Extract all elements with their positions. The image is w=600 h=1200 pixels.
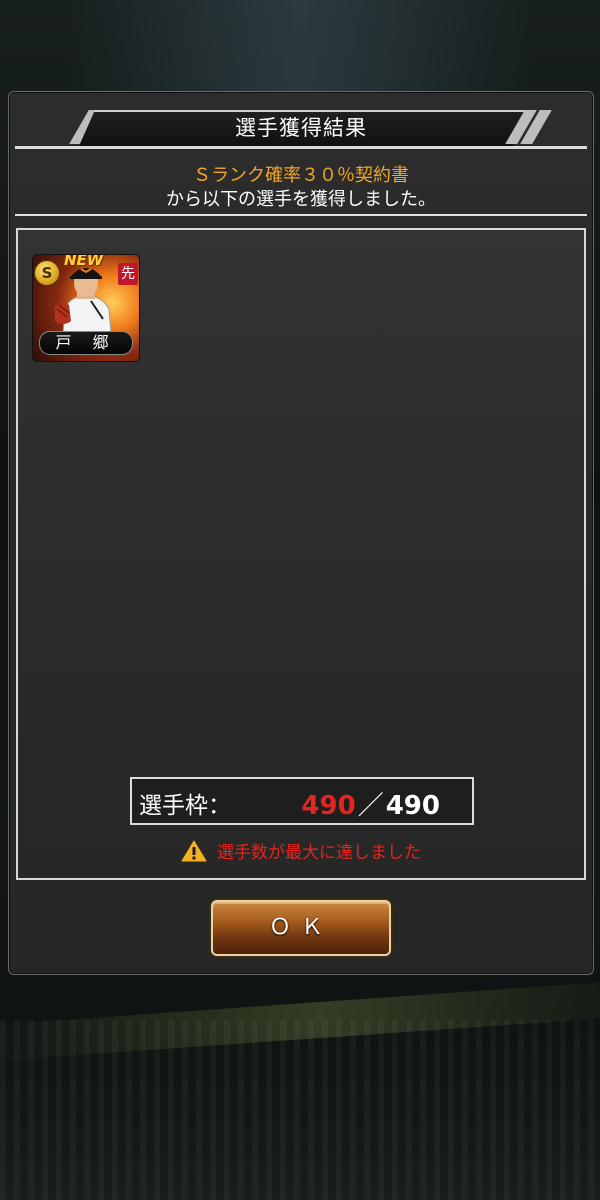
new-label: NEW (64, 254, 104, 269)
contract-name: Ｓランク確率３０％契約書 (193, 165, 409, 186)
roster-max: 490 (385, 791, 440, 821)
player-name: 戸 郷 (39, 331, 133, 355)
dialog-title: 選手獲得結果 (235, 116, 367, 140)
warning-text: 選手数が最大に達しました (217, 843, 421, 863)
header-divider (15, 214, 587, 216)
acquisition-description: から以下の選手を獲得しました。 (166, 189, 436, 210)
acquired-players-panel: NEW S 先 戸 郷 選手枠： 490／490 選手数が最大に達しました (16, 228, 586, 880)
roster-separator: ／ (357, 791, 384, 821)
roster-label: 選手枠： (139, 793, 231, 819)
background-stands (0, 1020, 600, 1200)
roster-capacity-box: 選手枠： 490／490 (130, 777, 474, 825)
roster-full-warning: 選手数が最大に達しました (18, 838, 584, 863)
warning-triangle-icon (181, 840, 207, 862)
ok-button[interactable]: ＯＫ (211, 900, 391, 956)
acquisition-result-dialog: 選手獲得結果 Ｓランク確率３０％契約書 から以下の選手を獲得しました。 NEW … (8, 91, 594, 975)
rank-badge-icon: S (34, 260, 60, 286)
player-portrait (55, 268, 112, 333)
position-badge: 先 (118, 263, 138, 285)
title-divider (15, 146, 587, 149)
player-card[interactable]: NEW S 先 戸 郷 (32, 254, 140, 362)
roster-current: 490 (301, 791, 356, 821)
roster-count: 490／490 (301, 785, 440, 822)
